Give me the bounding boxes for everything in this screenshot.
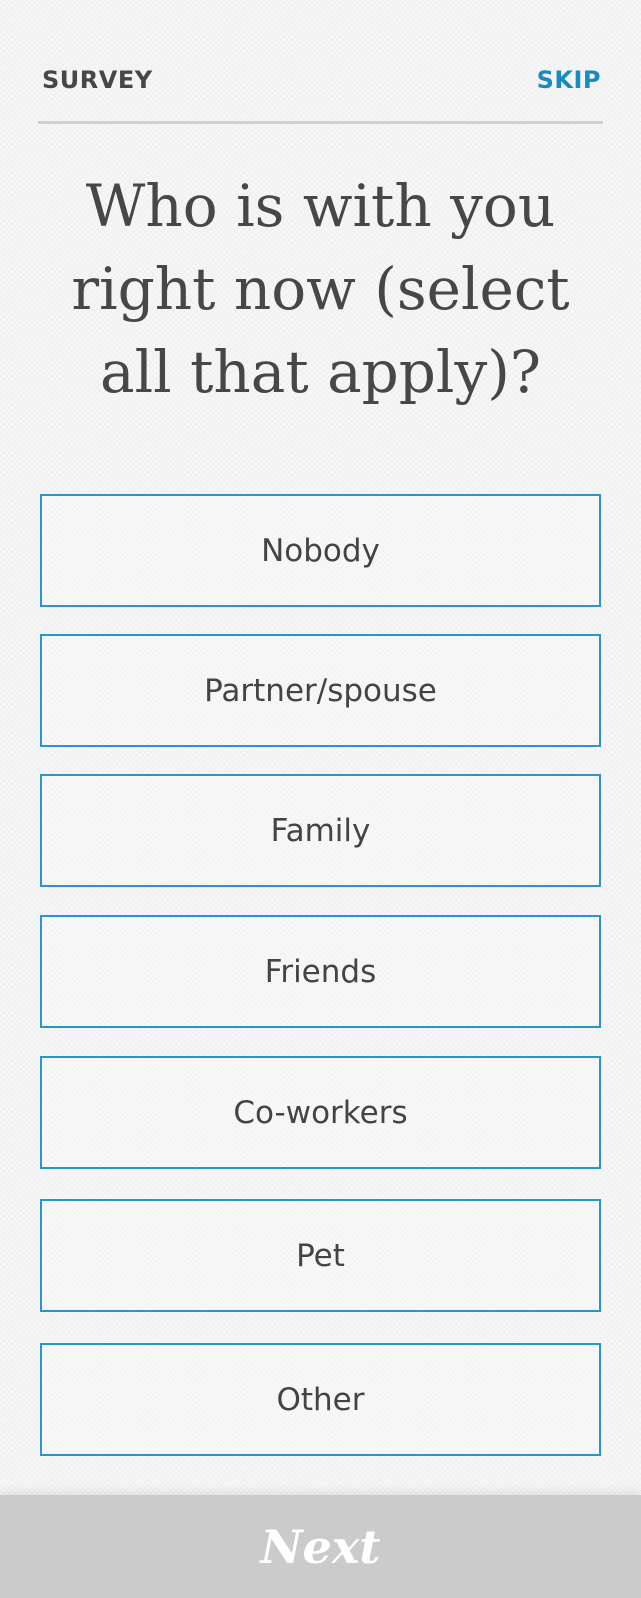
option-pet[interactable]: Pet (40, 1199, 601, 1312)
next-button[interactable]: Next (0, 1495, 641, 1598)
option-other[interactable]: Other (40, 1343, 601, 1456)
page-title: SURVEY (42, 66, 153, 94)
option-nobody[interactable]: Nobody (40, 494, 601, 607)
question-text: Who is with you right now (select all th… (71, 172, 570, 406)
survey-header: SURVEY SKIP (38, 62, 603, 124)
skip-link[interactable]: SKIP (537, 66, 601, 94)
option-partner-spouse[interactable]: Partner/spouse (40, 634, 601, 747)
next-button-label: Next (260, 1519, 381, 1574)
option-family[interactable]: Family (40, 774, 601, 887)
option-friends[interactable]: Friends (40, 915, 601, 1028)
answer-options-list: Nobody Partner/spouse Family Friends Co-… (40, 494, 601, 1456)
option-co-workers[interactable]: Co-workers (40, 1056, 601, 1169)
